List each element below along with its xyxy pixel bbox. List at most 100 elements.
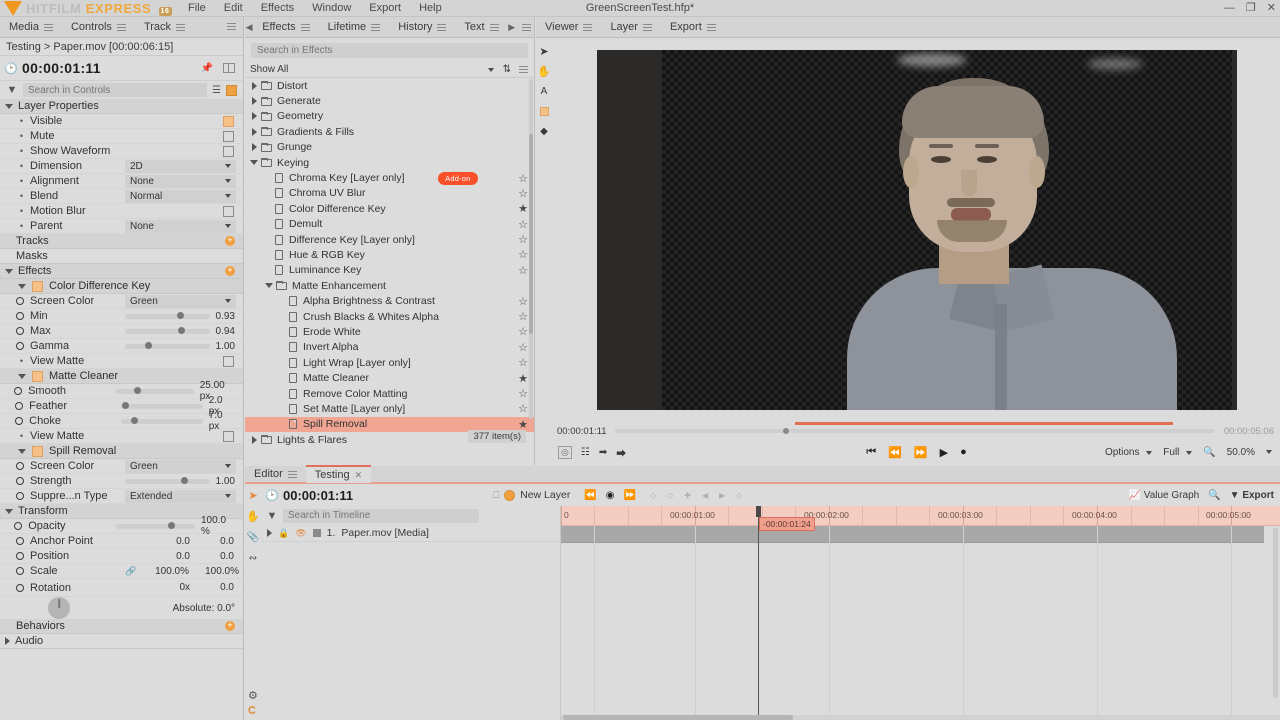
tree-item-alpha-brightness-contrast[interactable]: Alpha Brightness & Contrast ☆ [245,293,534,308]
tab-history[interactable]: History [389,17,455,38]
new-layer-label[interactable]: New Layer [520,489,570,501]
keyframe-prev-icon[interactable]: ◀ [702,491,708,500]
prop-show-waveform-checkbox[interactable] [223,145,234,157]
filter-icon[interactable]: ▼ [266,510,278,522]
tab-layer[interactable]: Layer [601,17,661,38]
tab-track-menu-icon[interactable] [176,23,186,31]
step-back-button[interactable]: ⏪ [888,446,902,459]
viewer-playhead-handle[interactable] [782,428,789,434]
tree-item-keying[interactable]: Keying [245,155,534,170]
prop-motion-blur[interactable]: • Motion Blur [0,204,243,219]
cdk-min-value[interactable]: 0.93 [216,311,235,322]
keyframe-toggle[interactable] [0,312,30,320]
text-icon[interactable]: A [538,85,551,98]
add-marker-icon[interactable]: ◉ [606,490,615,501]
transform-anchor-point-x[interactable]: 0.0 [152,536,190,547]
tab-viewer[interactable]: Viewer [536,17,601,38]
favorite-star-icon[interactable]: ☆ [518,310,528,323]
sr-screen-color-row[interactable]: Screen Color Green [0,459,243,474]
tab-controls[interactable]: Controls [62,17,135,38]
chevron-right-icon[interactable] [251,81,257,90]
mc-choke-row[interactable]: Choke 7.0 px [0,410,243,432]
cdk-gamma-slider[interactable] [124,342,210,349]
add-behavior-button[interactable]: + [225,621,235,631]
keyframe-toggle[interactable] [0,492,30,500]
gear-icon[interactable]: ⚙ [248,689,258,702]
hand-icon[interactable]: ✋ [246,510,260,523]
cdk-max-row[interactable]: Max 0.94 [0,324,243,339]
favorite-star-icon[interactable]: ☆ [518,387,528,400]
effects-panel-menu-icon[interactable] [521,23,532,31]
tree-item-remove-color-matting[interactable]: Remove Color Matting ☆ [245,386,534,401]
sr-suppression-type-dropdown[interactable]: Extended [125,489,236,503]
tab-layer-menu-icon[interactable] [642,23,652,31]
prop-motion-blur-checkbox[interactable] [223,205,234,217]
transform-opacity-row[interactable]: Opacity 100.0 % [0,515,243,537]
chevron-right-icon[interactable] [251,143,257,152]
favorite-star-icon[interactable]: ☆ [518,264,528,277]
favorite-star-icon[interactable]: ★ [518,372,528,385]
tab-editor[interactable]: Editor [245,465,306,483]
prop-alignment-dropdown[interactable]: None [125,174,236,188]
keyframe-nav-2-icon[interactable]: ◇ [667,491,673,500]
mc-choke-value[interactable]: 7.0 px [209,410,235,432]
tabs-scroll-left-icon[interactable]: ◀ [245,22,253,33]
chevron-right-icon[interactable] [251,97,257,106]
tab-media[interactable]: Media [0,17,62,38]
sr-strength-row[interactable]: Strength 1.00 [0,474,243,489]
effects-scrollbar[interactable] [529,79,533,419]
go-to-start-button[interactable]: ⏮ [866,446,876,459]
audio-icon[interactable] [312,529,321,537]
add-track-button[interactable]: + [225,236,235,246]
keyframe-toggle[interactable] [0,537,30,545]
sr-strength-slider[interactable] [124,477,210,484]
list-view-icon[interactable]: ☰ [212,85,221,96]
chevron-right-icon[interactable] [267,529,272,537]
favorite-star-icon[interactable]: ☆ [518,341,528,354]
effect-spill-removal[interactable]: Spill Removal [0,444,243,459]
keyframe-toggle[interactable] [0,552,30,560]
favorite-star-icon[interactable]: ★ [518,418,528,431]
tree-item-set-matte[interactable]: Set Matte [Layer only] ☆ [245,401,534,416]
split-view-icon[interactable] [223,63,235,73]
select-arrow-icon[interactable]: ➤ [247,489,260,502]
timeline-export-button[interactable]: ▼ Export [1230,490,1274,501]
timeline-vertical-scrollbar[interactable] [1273,528,1278,698]
controls-panel-menu-icon[interactable] [227,23,236,30]
prop-alignment[interactable]: • Alignment None [0,174,243,189]
timeline-ruler[interactable]: 0 00:00:01:00 00:00:02:00 00:00:03:00 00… [561,506,1280,526]
tree-item-grunge[interactable]: Grunge [245,140,534,155]
tab-history-menu-icon[interactable] [437,23,447,31]
transform-anchor-point-row[interactable]: Anchor Point 0.0 0.0 [0,534,243,549]
mc-view-matte-checkbox[interactable] [223,430,234,442]
tab-testing-close-icon[interactable]: ✕ [355,470,363,481]
cdk-screen-color-row[interactable]: Screen Color Green [0,294,243,309]
keyframe-nav-1-icon[interactable]: ◇ [650,491,656,500]
prop-parent-dropdown[interactable]: None [125,219,236,233]
timeline-playhead[interactable] [756,506,761,715]
pin-icon[interactable]: 📌 [201,63,213,74]
link-chain-icon[interactable]: 🔗 [125,566,136,577]
sort-icon[interactable]: ⇅ [503,64,511,75]
tree-item-invert-alpha[interactable]: Invert Alpha ☆ [245,340,534,355]
chevron-down-icon[interactable] [250,160,258,166]
favorite-star-icon[interactable]: ☆ [518,295,528,308]
tree-item-generate[interactable]: Generate [245,93,534,108]
effect-enable-checkbox[interactable] [32,370,43,382]
rectangle-icon[interactable] [538,105,551,118]
controls-search-input[interactable] [23,83,208,97]
cdk-gamma-row[interactable]: Gamma 1.00 [0,339,243,354]
cdk-min-row[interactable]: Min 0.93 [0,309,243,324]
prop-show-waveform[interactable]: • Show Waveform [0,144,243,159]
cdk-gamma-value[interactable]: 1.00 [216,341,235,352]
section-layer-properties[interactable]: Layer Properties [0,99,243,114]
tree-item-geometry[interactable]: Geometry [245,109,534,124]
timeline-timecode[interactable]: 00:00:01:11 [283,488,353,503]
section-audio[interactable]: Audio [0,634,243,649]
filter-icon[interactable]: ▼ [6,84,18,96]
keyframe-toggle[interactable] [0,583,30,592]
pen-icon[interactable]: ◆ [538,125,551,138]
keyframe-toggle[interactable] [0,417,29,425]
prop-mute[interactable]: • Mute [0,129,243,144]
viewer-scrubber[interactable] [615,422,1214,434]
